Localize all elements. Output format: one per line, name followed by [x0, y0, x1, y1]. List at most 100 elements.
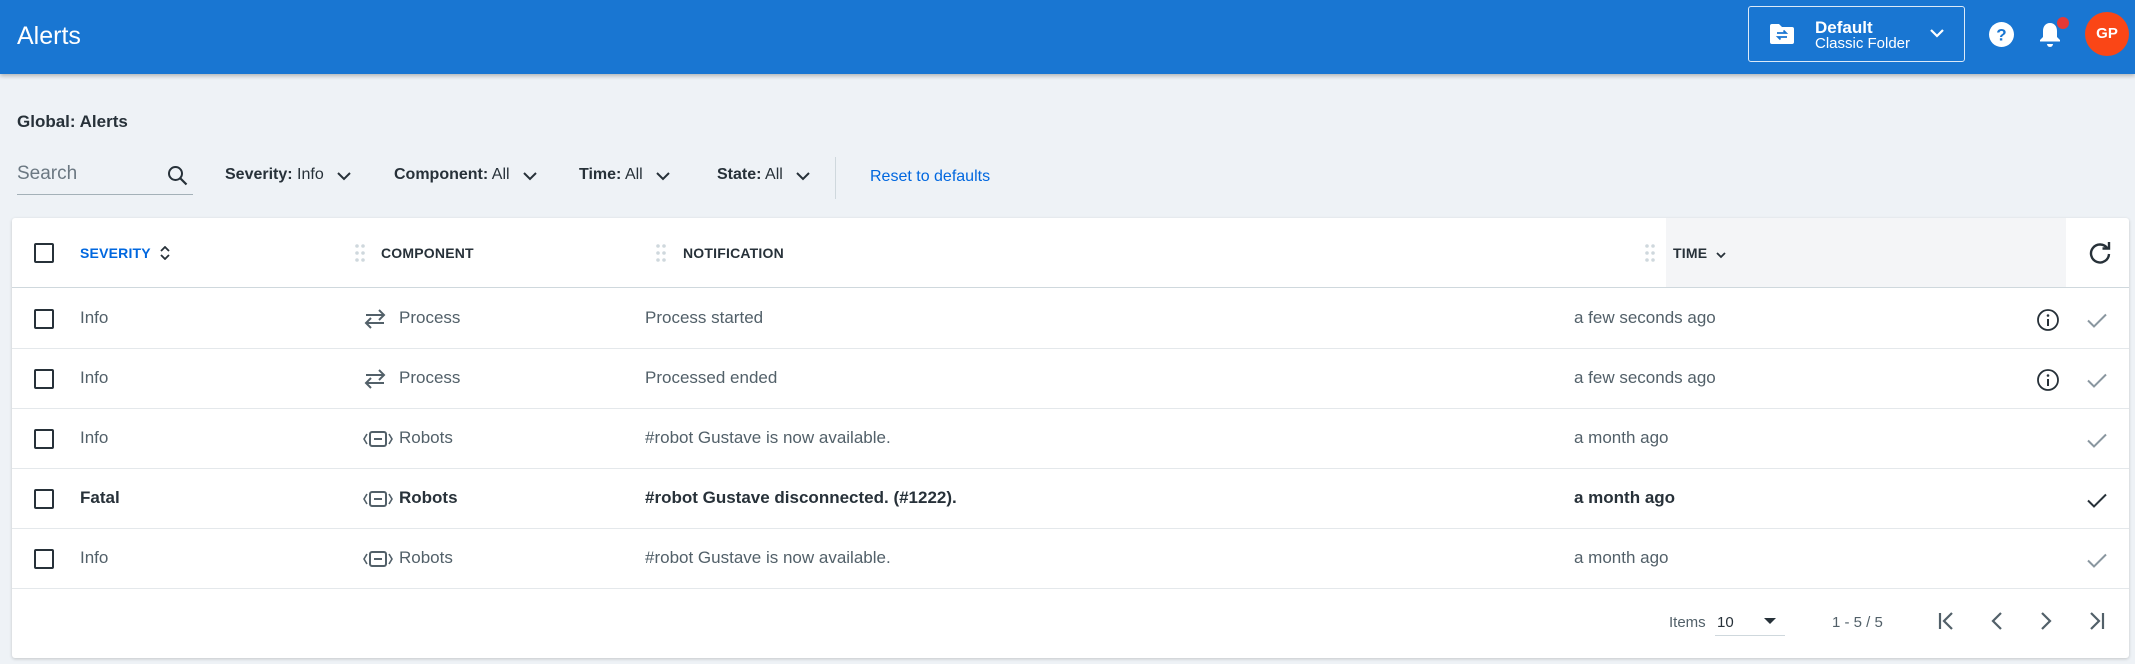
info-icon[interactable]: [2036, 368, 2060, 397]
column-drag-handle-icon[interactable]: [654, 243, 668, 263]
search-input[interactable]: [17, 163, 162, 185]
folder-selector-button[interactable]: Default Classic Folder: [1748, 6, 1965, 62]
folder-switch-icon: [1770, 24, 1794, 44]
time-filter-value: All: [624, 166, 643, 183]
state-filter-value: All: [765, 166, 783, 183]
severity-cell: Fatal: [80, 488, 120, 507]
folder-type: Classic Folder: [1815, 35, 1911, 52]
app-title: Alerts: [17, 22, 81, 50]
page-title: Global: Alerts: [17, 112, 128, 131]
severity-cell: Info: [80, 368, 109, 387]
column-header-notification[interactable]: NOTIFICATION: [683, 245, 784, 261]
time-cell: a few seconds ago: [1574, 308, 1716, 327]
items-per-page-label: Items: [1669, 614, 1706, 631]
notification-dot: [2057, 17, 2069, 29]
column-header-label: TIME: [1673, 245, 1708, 261]
component-cell: Robots: [399, 548, 453, 567]
chevron-down-icon: [1716, 252, 1726, 259]
page-size-value: 10: [1717, 614, 1734, 631]
component-cell: Robots: [399, 488, 458, 507]
refresh-icon[interactable]: [2087, 240, 2113, 266]
robot-icon: [362, 427, 394, 456]
chevron-down-icon: [656, 172, 670, 181]
sort-icon: [160, 245, 170, 261]
column-header-label: SEVERITY: [80, 245, 151, 261]
time-filter-label: Time:: [579, 166, 622, 183]
robot-icon: [362, 487, 394, 516]
robot-icon: [362, 547, 394, 576]
column-header-label: COMPONENT: [381, 245, 474, 261]
component-cell: Process: [399, 368, 461, 387]
time-cell: a few seconds ago: [1574, 368, 1716, 387]
user-avatar[interactable]: GP: [2085, 12, 2129, 56]
notification-cell: #robot Gustave disconnected. (#1222).: [645, 488, 957, 507]
time-cell: a month ago: [1574, 428, 1669, 447]
severity-filter-label: Severity:: [225, 166, 293, 183]
info-icon[interactable]: [2036, 308, 2060, 337]
last-page-icon[interactable]: [2084, 609, 2108, 633]
row-select-checkbox[interactable]: [34, 369, 54, 389]
alerts-grid: SEVERITY COMPONENT NOTIFICATION TIME Inf…: [12, 218, 2129, 658]
pagination-range: 1 - 5 / 5: [1832, 614, 1883, 631]
component-filter[interactable]: Component: All: [394, 166, 538, 184]
state-filter[interactable]: State: All: [717, 166, 811, 184]
search-icon[interactable]: [167, 165, 189, 187]
acknowledge-check-icon[interactable]: [2085, 368, 2109, 397]
time-cell: a month ago: [1574, 548, 1669, 567]
component-filter-label: Component:: [394, 166, 489, 183]
column-header-label: NOTIFICATION: [683, 245, 784, 261]
filter-divider: [835, 157, 836, 199]
chevron-down-icon: [1930, 29, 1944, 38]
notification-cell: Processed ended: [645, 368, 778, 387]
component-cell: Process: [399, 308, 461, 327]
severity-cell: Info: [80, 548, 109, 567]
dropdown-arrow-icon: [1764, 618, 1776, 624]
notification-cell: Process started: [645, 308, 764, 327]
acknowledge-check-icon[interactable]: [2085, 488, 2109, 517]
acknowledge-check-icon[interactable]: [2085, 308, 2109, 337]
severity-cell: Info: [80, 308, 109, 327]
time-cell: a month ago: [1574, 488, 1676, 507]
notification-cell: #robot Gustave is now available.: [645, 428, 891, 447]
search-field[interactable]: [17, 159, 193, 195]
grid-header: SEVERITY COMPONENT NOTIFICATION TIME: [12, 218, 2129, 288]
row-select-checkbox[interactable]: [34, 489, 54, 509]
table-row[interactable]: Info Process Process started a few seconds …: [12, 289, 2129, 349]
column-header-time[interactable]: TIME: [1673, 245, 1727, 261]
notification-cell: #robot Gustave is now available.: [645, 548, 891, 567]
row-select-checkbox[interactable]: [34, 549, 54, 569]
chevron-down-icon: [337, 172, 351, 181]
first-page-icon[interactable]: [1935, 609, 1959, 633]
app-header: Alerts Default Classic Folder ? GP: [0, 0, 2135, 74]
component-cell: Robots: [399, 428, 453, 447]
page-size-select[interactable]: 10: [1715, 606, 1785, 636]
acknowledge-check-icon[interactable]: [2085, 548, 2109, 577]
select-all-checkbox[interactable]: [34, 243, 54, 263]
column-drag-handle-icon[interactable]: [353, 243, 367, 263]
reset-to-defaults-link[interactable]: Reset to defaults: [870, 168, 990, 186]
table-row[interactable]: Info Process Processed ended a few seconds …: [12, 349, 2129, 409]
column-header-severity[interactable]: SEVERITY: [80, 245, 171, 261]
chevron-down-icon: [523, 172, 537, 181]
next-page-icon[interactable]: [2034, 609, 2058, 633]
previous-page-icon[interactable]: [1985, 609, 2009, 633]
column-drag-handle-icon[interactable]: [1643, 243, 1657, 263]
svg-text:?: ?: [1996, 26, 2006, 45]
row-select-checkbox[interactable]: [34, 309, 54, 329]
severity-filter-value: Info: [297, 166, 324, 183]
table-row[interactable]: Info Robots #robot Gustave is now availabl…: [12, 529, 2129, 589]
help-icon[interactable]: ?: [1988, 21, 2015, 48]
acknowledge-check-icon[interactable]: [2085, 428, 2109, 457]
chevron-down-icon: [796, 172, 810, 181]
severity-filter[interactable]: Severity: Info: [225, 166, 352, 184]
process-icon: [362, 367, 388, 396]
process-icon: [362, 307, 388, 336]
time-filter[interactable]: Time: All: [579, 166, 671, 184]
column-header-component[interactable]: COMPONENT: [381, 245, 474, 261]
row-select-checkbox[interactable]: [34, 429, 54, 449]
component-filter-value: All: [491, 166, 510, 183]
table-row[interactable]: Fatal Robots #robot Gustave disconnected. …: [12, 469, 2129, 529]
severity-cell: Info: [80, 428, 109, 447]
state-filter-label: State:: [717, 166, 762, 183]
table-row[interactable]: Info Robots #robot Gustave is now availabl…: [12, 409, 2129, 469]
